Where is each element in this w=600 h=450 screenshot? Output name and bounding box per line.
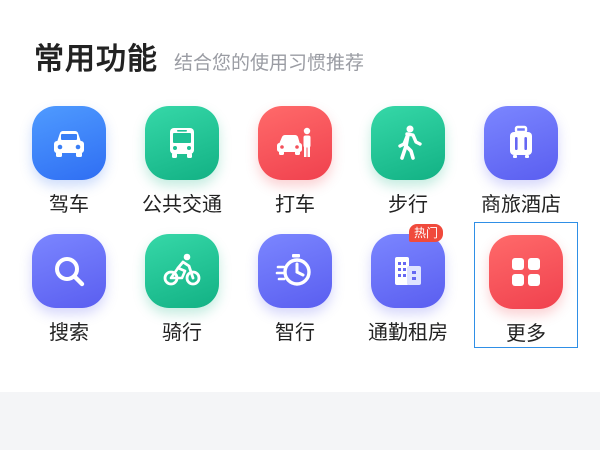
more-button[interactable]: 更多 (474, 222, 578, 348)
section-header: 常用功能 结合您的使用习惯推荐 (34, 34, 364, 82)
commute-rental-button[interactable]: 热门 通勤租房 (353, 224, 463, 348)
walk-button[interactable]: 步行 (353, 100, 463, 220)
hot-badge: 热门 (408, 224, 443, 242)
tile-label: 驾车 (49, 192, 89, 216)
tile-label: 搜索 (49, 320, 89, 344)
walk-icon (371, 106, 445, 180)
tile-label: 步行 (388, 192, 428, 216)
tile-label: 智行 (275, 320, 315, 344)
taxi-icon (258, 106, 332, 180)
function-grid: 驾车 公共交通 打车 步行 商旅酒店 搜索 骑行 智行 热门 通勤租房 更多 (0, 100, 600, 356)
cycling-button[interactable]: 骑行 (127, 228, 237, 348)
car-icon (32, 106, 106, 180)
section-subtitle: 结合您的使用习惯推荐 (174, 52, 365, 74)
section-title: 常用功能 (34, 42, 158, 77)
function-row-2: 搜索 骑行 智行 热门 通勤租房 更多 (0, 222, 600, 356)
search-icon (32, 234, 106, 308)
public-transit-button[interactable]: 公共交通 (127, 100, 237, 220)
drive-button[interactable]: 驾车 (14, 100, 124, 220)
tile-label: 通勤租房 (368, 320, 448, 344)
search-button[interactable]: 搜索 (14, 228, 124, 348)
tile-label: 公共交通 (142, 192, 222, 216)
bike-icon (145, 234, 219, 308)
tile-label: 骑行 (162, 320, 202, 344)
tile-label: 更多 (506, 321, 546, 345)
business-hotel-button[interactable]: 商旅酒店 (466, 100, 576, 220)
taxi-button[interactable]: 打车 (240, 100, 350, 220)
timer-icon (258, 234, 332, 308)
tile-label: 打车 (275, 192, 315, 216)
building-icon (371, 234, 445, 308)
grid-icon (489, 235, 563, 309)
common-functions-card: 常用功能 结合您的使用习惯推荐 驾车 公共交通 打车 步行 商旅酒店 搜索 骑行… (0, 0, 600, 392)
luggage-icon (484, 106, 558, 180)
function-row-1: 驾车 公共交通 打车 步行 商旅酒店 (0, 100, 600, 228)
tile-label: 商旅酒店 (481, 192, 561, 216)
bus-icon (145, 106, 219, 180)
smart-travel-button[interactable]: 智行 (240, 228, 350, 348)
